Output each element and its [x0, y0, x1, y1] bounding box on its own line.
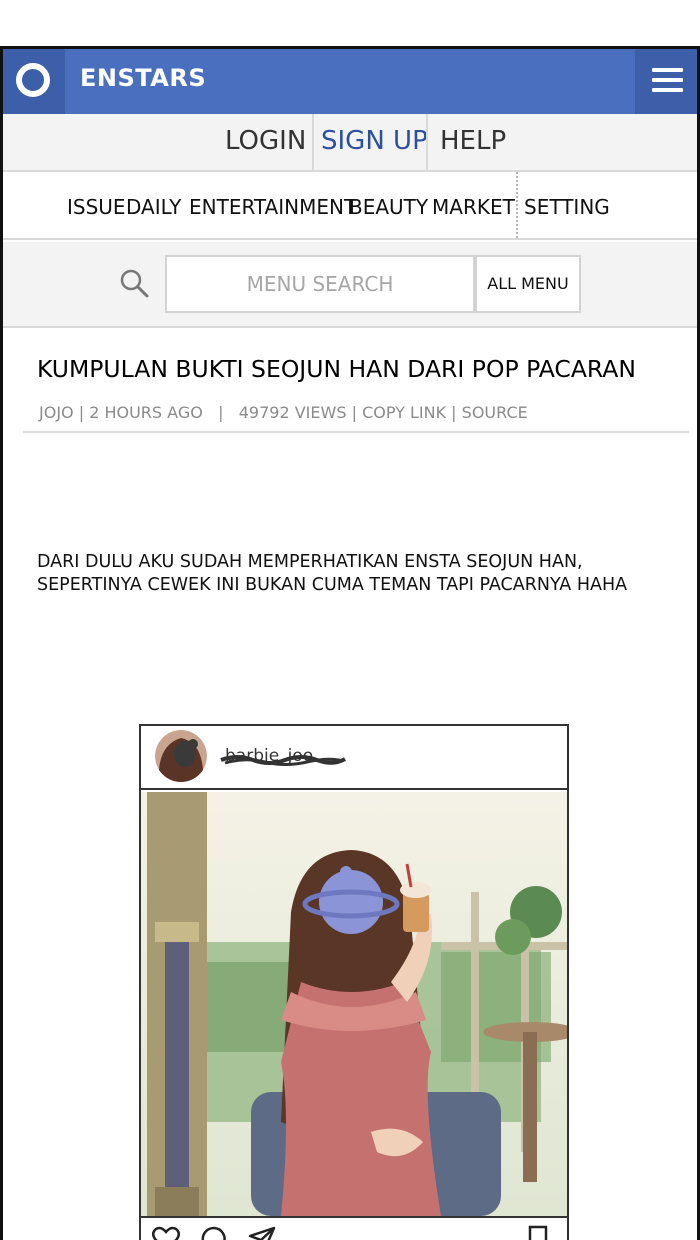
- ring-logo-icon: [16, 63, 50, 97]
- nav-item-daily[interactable]: DAILY: [126, 195, 181, 219]
- article-author: JOJO: [39, 403, 74, 422]
- post-header: barbie_joo: [141, 726, 567, 790]
- article-title: KUMPULAN BUKTI SEOJUN HAN DARI POP PACAR…: [37, 355, 636, 383]
- app-frame: ENSTARS LOGIN SIGN UP HELP ISSUE DAILY E…: [0, 46, 700, 1240]
- send-icon[interactable]: [247, 1224, 277, 1240]
- menu-button[interactable]: [635, 49, 697, 114]
- embedded-social-post: barbie_joo: [139, 724, 569, 1240]
- heart-icon[interactable]: [151, 1224, 181, 1240]
- article-meta: JOJO | 2 HOURS AGO | 49792 VIEWS | COPY …: [39, 403, 528, 422]
- search-icon[interactable]: [119, 268, 149, 298]
- body-line: SEPERTINYA CEWEK INI BUKAN CUMA TEMAN TA…: [37, 575, 628, 595]
- auth-divider: [312, 114, 314, 170]
- logo-button[interactable]: [3, 49, 65, 114]
- title-divider: [23, 431, 689, 433]
- top-bar: ENSTARS: [3, 49, 697, 114]
- article-body: DARI DULU AKU SUDAH MEMPERHATIKAN ENSTA …: [37, 551, 677, 597]
- all-menu-button[interactable]: ALL MENU: [475, 255, 581, 313]
- category-nav: ISSUE DAILY ENTERTAINMENT BEAUTY MARKET …: [3, 172, 697, 240]
- nav-item-entertainment[interactable]: ENTERTAINMENT: [189, 195, 356, 219]
- nav-item-beauty[interactable]: BEAUTY: [349, 195, 428, 219]
- copy-link[interactable]: COPY LINK: [362, 403, 446, 422]
- nav-item-issue[interactable]: ISSUE: [67, 195, 126, 219]
- post-actions-bar: [141, 1216, 567, 1240]
- signup-link[interactable]: SIGN UP: [321, 126, 428, 156]
- brand-title: ENSTARS: [80, 64, 207, 92]
- auth-bar: LOGIN SIGN UP HELP: [3, 114, 697, 172]
- menu-search-input[interactable]: [165, 255, 475, 313]
- source-link[interactable]: SOURCE: [462, 403, 528, 422]
- scribble-redaction: [220, 755, 347, 766]
- bookmark-icon[interactable]: [523, 1224, 553, 1240]
- article-time: 2 HOURS AGO: [89, 403, 203, 422]
- avatar[interactable]: [155, 730, 207, 782]
- article-views: 49792 VIEWS: [238, 403, 347, 422]
- body-line: DARI DULU AKU SUDAH MEMPERHATIKAN ENSTA …: [37, 552, 583, 572]
- nav-divider: [516, 172, 518, 238]
- nav-item-market[interactable]: MARKET: [432, 195, 515, 219]
- login-link[interactable]: LOGIN: [225, 126, 306, 156]
- hamburger-menu-icon: [652, 68, 683, 92]
- nav-item-setting[interactable]: SETTING: [524, 195, 610, 219]
- comment-icon[interactable]: [199, 1224, 229, 1240]
- auth-divider: [426, 114, 428, 170]
- help-link[interactable]: HELP: [440, 126, 506, 156]
- search-bar: ALL MENU: [3, 242, 697, 328]
- post-photo-illustration: [141, 792, 567, 1216]
